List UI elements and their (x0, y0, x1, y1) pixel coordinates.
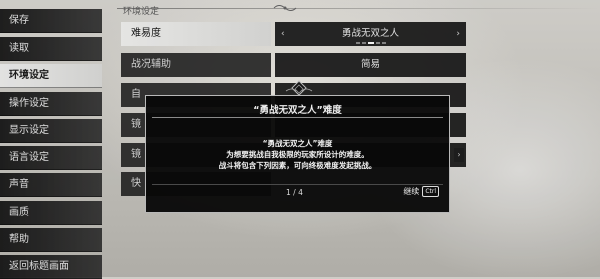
continue-button[interactable]: 继续 Ctrl (403, 186, 439, 197)
ctrl-key-icon: Ctrl (422, 186, 439, 197)
divider (152, 184, 443, 185)
dialog-text-line: 为想要挑战自我极限的玩家所设计的难度。 (226, 150, 369, 159)
difficulty-info-dialog: “勇战无双之人”难度 “勇战无双之人”难度 为想要挑战自我极限的玩家所设计的难度… (145, 80, 450, 213)
dialog-text-line: “勇战无双之人”难度 (262, 139, 333, 148)
dialog-text-line: 战斗将包含下列因素，可向终极难度发起挑战。 (218, 161, 377, 170)
dialog-title: “勇战无双之人”难度 (253, 105, 342, 116)
page-indicator: 1 / 4 (286, 188, 303, 197)
continue-label: 继续 (403, 187, 420, 196)
ornament-icon (285, 80, 313, 96)
divider (152, 117, 443, 118)
